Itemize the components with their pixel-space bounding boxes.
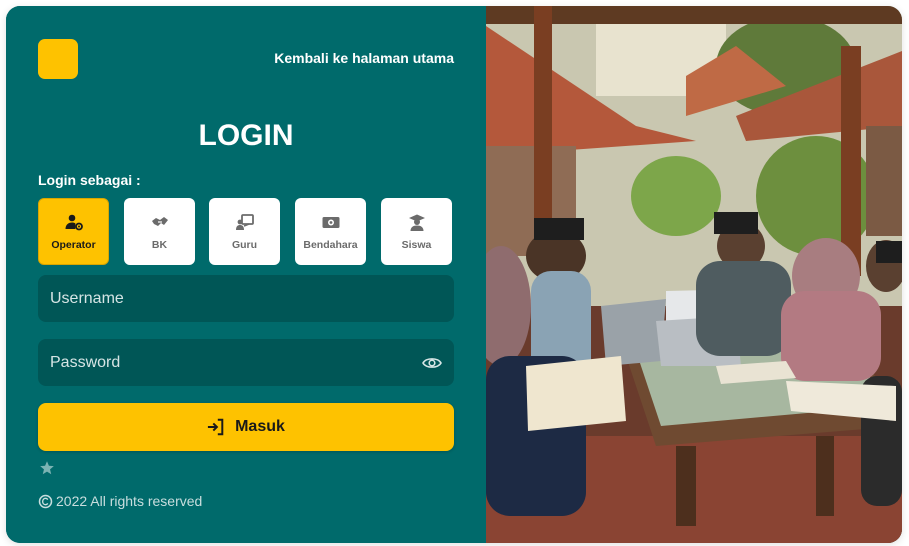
role-option-bk[interactable]: BK: [124, 198, 195, 265]
hero-photo: [486, 6, 902, 543]
copyright-icon: [38, 494, 53, 508]
role-label-bendahara: Bendahara: [303, 238, 358, 251]
login-card: Kembali ke halaman utama LOGIN Login seb…: [6, 6, 902, 543]
sign-in-icon: [207, 418, 224, 436]
role-label-bk: BK: [151, 238, 168, 251]
role-option-bendahara[interactable]: Bendahara: [295, 198, 366, 265]
students-studying-illustration: [486, 6, 902, 543]
star-icon: [40, 461, 54, 475]
password-input[interactable]: [38, 339, 454, 386]
handshake-icon: [151, 216, 168, 226]
graduate-icon: [408, 214, 425, 231]
teacher-board-icon: [235, 213, 254, 230]
login-submit-button[interactable]: Masuk: [38, 403, 454, 451]
show-password-icon[interactable]: [422, 353, 442, 373]
back-to-home-link[interactable]: Kembali ke halaman utama: [274, 50, 454, 66]
user-gear-icon: [65, 214, 83, 230]
login-submit-label: Masuk: [235, 418, 285, 435]
role-selector: Operator BK Guru Bendahara Siswa: [38, 198, 454, 266]
role-label-guru: Guru: [231, 238, 258, 251]
role-option-guru[interactable]: Guru: [209, 198, 280, 265]
role-label: Login sebagai :: [38, 172, 141, 188]
username-input[interactable]: [38, 275, 454, 322]
app-logo[interactable]: [38, 39, 78, 79]
copyright-text: 2022 All rights reserved: [56, 493, 203, 509]
username-field: [38, 275, 454, 322]
page-title: LOGIN: [198, 119, 294, 152]
role-label-operator: Operator: [51, 238, 96, 251]
role-label-siswa: Siswa: [401, 238, 432, 251]
money-icon: [322, 216, 339, 228]
login-panel: Kembali ke halaman utama LOGIN Login seb…: [6, 6, 486, 543]
copyright: 2022 All rights reserved: [38, 493, 202, 509]
role-option-operator[interactable]: Operator: [38, 198, 109, 265]
role-option-siswa[interactable]: Siswa: [381, 198, 452, 265]
password-field: [38, 339, 454, 386]
